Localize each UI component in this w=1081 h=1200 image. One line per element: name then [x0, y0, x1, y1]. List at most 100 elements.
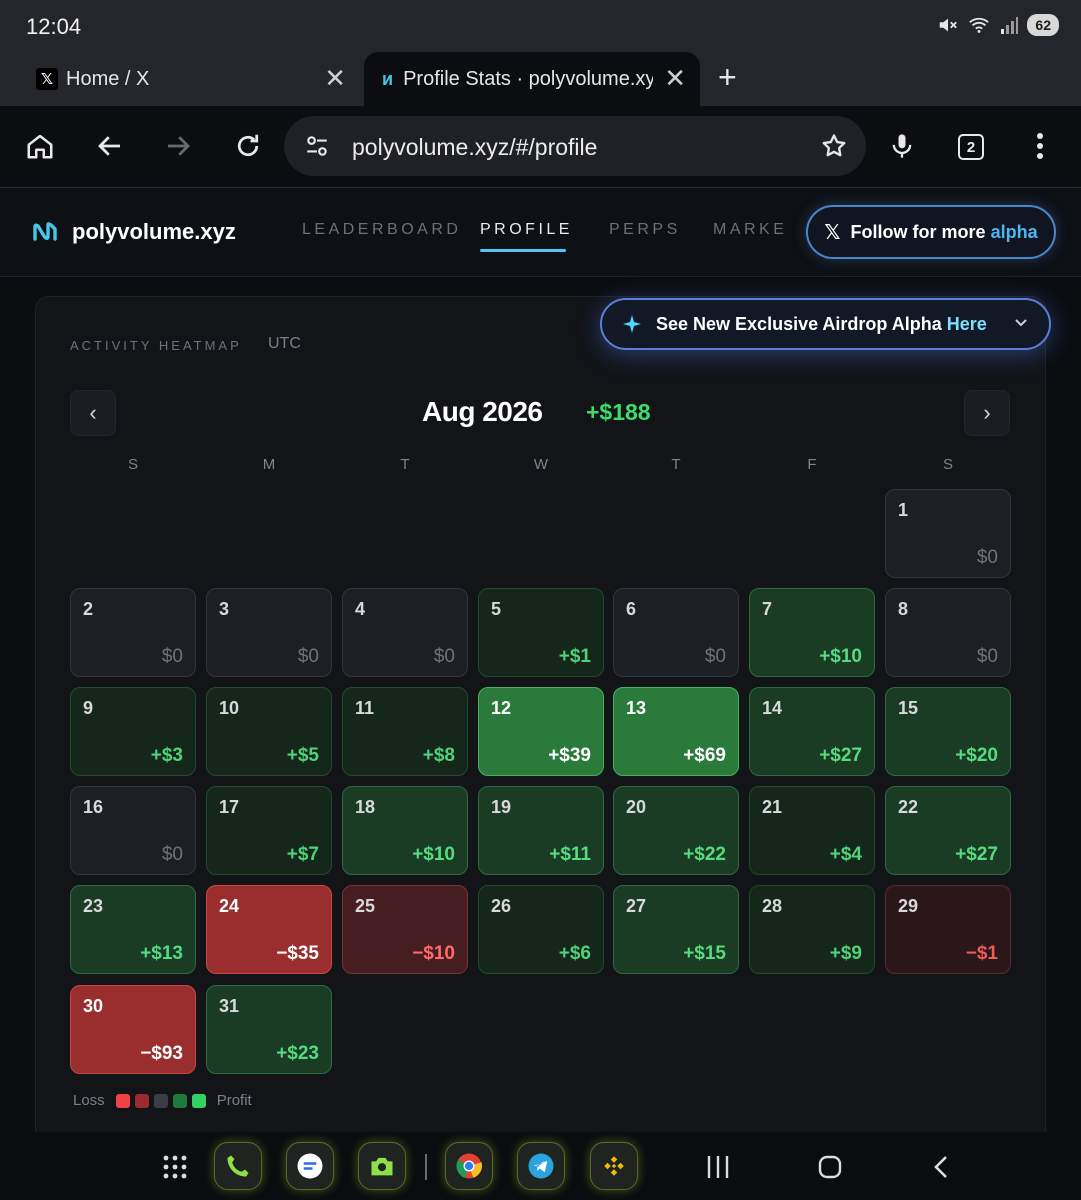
- system-nav-bar: [0, 1132, 1081, 1200]
- day-pnl: +$10: [412, 844, 455, 865]
- calendar-day-cell[interactable]: 14 +$27: [749, 687, 875, 776]
- heatmap-title: ACTIVITY HEATMAP: [70, 338, 242, 353]
- day-number: 24: [219, 896, 240, 916]
- day-number: 17: [219, 797, 240, 817]
- home-icon[interactable]: [22, 128, 58, 164]
- day-pnl: −$1: [965, 943, 998, 964]
- calendar-day-cell[interactable]: 31 +$23: [206, 985, 332, 1074]
- calendar-day-cell[interactable]: 25 −$10: [342, 885, 468, 974]
- close-icon[interactable]: ✕: [324, 65, 346, 91]
- tab-title: Home / X: [66, 67, 150, 90]
- calendar-day-cell[interactable]: 29 −$1: [885, 885, 1011, 974]
- day-pnl: +$11: [549, 844, 591, 865]
- tab-profile-stats[interactable]: ᴎ Profile Stats · polyvolume.xyz ✕: [364, 52, 700, 106]
- weekday-label: S: [127, 456, 138, 473]
- calendar-day-cell[interactable]: 4 $0: [342, 588, 468, 677]
- binance-app-icon[interactable]: [590, 1142, 638, 1190]
- day-number: 23: [83, 896, 104, 916]
- chevron-down-icon: [1015, 319, 1027, 327]
- back-icon[interactable]: [92, 128, 128, 164]
- day-number: 8: [898, 599, 909, 619]
- tab-home-x[interactable]: 𝕏 Home / X ✕: [20, 52, 360, 106]
- calendar-day-cell[interactable]: 5 +$1: [478, 588, 604, 677]
- camera-app-icon[interactable]: [358, 1142, 406, 1190]
- calendar-day-cell[interactable]: 9 +$3: [70, 687, 196, 776]
- calendar-day-cell[interactable]: 13 +$69: [613, 687, 739, 776]
- day-number: 18: [355, 797, 376, 817]
- close-icon[interactable]: ✕: [664, 65, 686, 91]
- calendar-day-cell[interactable]: 23 +$13: [70, 885, 196, 974]
- calendar-day-cell[interactable]: 21 +$4: [749, 786, 875, 875]
- brand[interactable]: polyvolume.xyz: [32, 219, 236, 245]
- calendar-day-cell[interactable]: 19 +$11: [478, 786, 604, 875]
- url-text[interactable]: polyvolume.xyz/#/profile: [352, 134, 597, 161]
- legend-swatch: [172, 1093, 187, 1108]
- nav-profile[interactable]: PROFILE: [480, 221, 573, 239]
- day-number: 12: [491, 698, 512, 718]
- airdrop-alpha-button[interactable]: See New Exclusive Airdrop Alpha Here: [600, 298, 1051, 350]
- app-drawer-icon[interactable]: [162, 1154, 188, 1180]
- day-pnl: +$4: [829, 844, 862, 865]
- day-pnl: +$23: [276, 1043, 319, 1064]
- reload-icon[interactable]: [230, 128, 266, 164]
- calendar-day-cell[interactable]: 22 +$27: [885, 786, 1011, 875]
- day-number: 6: [626, 599, 637, 619]
- x-logo-icon: 𝕏: [36, 68, 58, 90]
- phone-app-icon[interactable]: [214, 1142, 262, 1190]
- calendar-day-cell[interactable]: 26 +$6: [478, 885, 604, 974]
- recent-apps-icon[interactable]: [706, 1154, 730, 1180]
- forward-icon[interactable]: [160, 128, 196, 164]
- calendar-day-cell[interactable]: 16 $0: [70, 786, 196, 875]
- messages-app-icon[interactable]: [286, 1142, 334, 1190]
- more-menu-icon[interactable]: [1022, 128, 1058, 164]
- nav-leaderboard[interactable]: LEADERBOARD: [302, 221, 461, 239]
- mute-icon: [940, 18, 958, 32]
- calendar-day-cell[interactable]: 11 +$8: [342, 687, 468, 776]
- calendar-day-cell[interactable]: 10 +$5: [206, 687, 332, 776]
- calendar-day-cell[interactable]: 30 −$93: [70, 985, 196, 1074]
- calendar-day-cell[interactable]: 27 +$15: [613, 885, 739, 974]
- follow-button[interactable]: 𝕏 Follow for more alpha: [806, 205, 1056, 259]
- nav-market[interactable]: MARKET: [713, 221, 785, 239]
- day-number: 13: [626, 698, 647, 718]
- calendar-day-cell[interactable]: 2 $0: [70, 588, 196, 677]
- calendar-day-cell[interactable]: 3 $0: [206, 588, 332, 677]
- calendar-day-cell[interactable]: 7 +$10: [749, 588, 875, 677]
- nav-perps[interactable]: PERPS: [609, 221, 681, 239]
- calendar-day-cell[interactable]: 20 +$22: [613, 786, 739, 875]
- home-nav-icon[interactable]: [817, 1154, 843, 1180]
- weekday-label: T: [400, 456, 410, 473]
- next-month-button[interactable]: ›: [964, 390, 1010, 436]
- day-pnl: +$1: [558, 646, 591, 667]
- back-nav-icon[interactable]: [930, 1154, 954, 1180]
- calendar-day-cell[interactable]: 28 +$9: [749, 885, 875, 974]
- calendar-day-cell[interactable]: 17 +$7: [206, 786, 332, 875]
- tab-switcher-button[interactable]: 2: [958, 134, 984, 160]
- day-pnl: +$27: [819, 745, 862, 766]
- calendar-day-cell[interactable]: 1 $0: [885, 489, 1011, 578]
- calendar-day-cell[interactable]: 18 +$10: [342, 786, 468, 875]
- day-number: 7: [762, 599, 773, 619]
- address-bar[interactable]: polyvolume.xyz/#/profile: [284, 116, 866, 176]
- new-tab-icon[interactable]: +: [718, 60, 737, 94]
- calendar-day-cell[interactable]: 15 +$20: [885, 687, 1011, 776]
- site-settings-icon[interactable]: [304, 133, 330, 159]
- calendar-day-cell[interactable]: 8 $0: [885, 588, 1011, 677]
- day-pnl: $0: [161, 844, 183, 865]
- legend-swatch: [153, 1093, 168, 1108]
- day-pnl: +$10: [819, 646, 862, 667]
- microphone-icon[interactable]: [884, 128, 920, 164]
- calendar-day-cell[interactable]: 12 +$39: [478, 687, 604, 776]
- chrome-app-icon[interactable]: [445, 1142, 493, 1190]
- day-number: 21: [762, 797, 783, 817]
- calendar-day-cell[interactable]: 6 $0: [613, 588, 739, 677]
- day-pnl: $0: [433, 646, 455, 667]
- telegram-app-icon[interactable]: [517, 1142, 565, 1190]
- calendar-day-cell[interactable]: 24 −$35: [206, 885, 332, 974]
- day-pnl: +$22: [683, 844, 726, 865]
- bookmark-star-icon[interactable]: [820, 132, 848, 160]
- day-number: 4: [355, 599, 366, 619]
- nav-active-indicator: [480, 249, 566, 252]
- prev-month-button[interactable]: ‹: [70, 390, 116, 436]
- legend-swatch: [191, 1093, 206, 1108]
